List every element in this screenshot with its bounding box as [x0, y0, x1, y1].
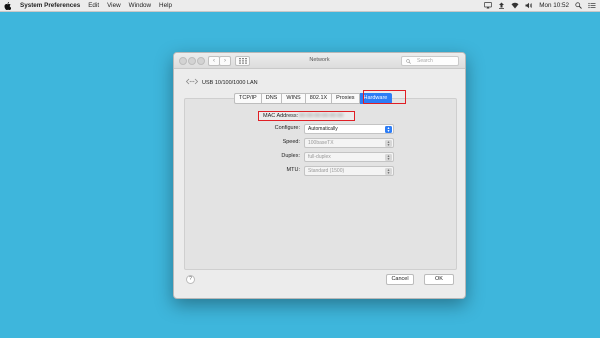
menu-window[interactable]: Window	[129, 0, 151, 11]
tab-8021x[interactable]: 802.1X	[305, 93, 333, 104]
cast-icon[interactable]	[484, 2, 493, 9]
menu-app-name[interactable]: System Preferences	[20, 0, 80, 11]
cancel-button[interactable]: Cancel	[386, 274, 414, 285]
configure-value: Automatically	[308, 126, 338, 132]
ethernet-icon	[185, 78, 199, 87]
speed-value: 100baseTX	[308, 140, 334, 146]
hardware-tab-highlight	[363, 90, 406, 104]
tab-tcpip[interactable]: TCP/IP	[234, 93, 262, 104]
help-button[interactable]: ?	[186, 275, 195, 284]
mac-address-value: 00:00:00:00:00:00	[299, 113, 344, 119]
mac-address-highlight: MAC Address: 00:00:00:00:00:00	[258, 111, 355, 121]
search-field[interactable]: Search	[401, 56, 459, 66]
menu-edit[interactable]: Edit	[88, 0, 99, 11]
upload-icon[interactable]	[498, 2, 505, 9]
configure-select[interactable]: Automatically ▴ ▾	[304, 124, 394, 134]
duplex-value: full-duplex	[308, 154, 331, 160]
mac-address-label: MAC Address:	[263, 113, 299, 119]
duplex-label: Duplex:	[281, 153, 300, 159]
tab-wins[interactable]: WINS	[282, 93, 306, 104]
volume-icon[interactable]	[525, 2, 533, 9]
title-bar: ‹ › Network Search	[174, 53, 465, 69]
configure-label: Configure:	[274, 125, 300, 131]
updown-chevron-icon: ▴ ▾	[385, 167, 392, 175]
interface-header: USB 10/100/1000 LAN	[185, 78, 258, 87]
tab-proxies[interactable]: Proxies	[332, 93, 360, 104]
speed-select[interactable]: 100baseTX ▴ ▾	[304, 138, 394, 148]
duplex-select[interactable]: full-duplex ▴ ▾	[304, 152, 394, 162]
menu-bar: System Preferences Edit View Window Help…	[0, 0, 600, 12]
menu-view[interactable]: View	[107, 0, 121, 11]
search-icon	[406, 57, 411, 67]
menu-clock[interactable]: Mon 10:52	[539, 0, 569, 11]
menu-help[interactable]: Help	[159, 0, 172, 11]
mtu-value: Standard (1500)	[308, 168, 345, 174]
tab-dns[interactable]: DNS	[261, 93, 283, 104]
ok-button[interactable]: OK	[424, 274, 454, 285]
spotlight-search-icon[interactable]	[575, 2, 582, 9]
updown-chevron-icon: ▴ ▾	[385, 125, 392, 133]
interface-name: USB 10/100/1000 LAN	[202, 79, 258, 86]
speed-label: Speed:	[282, 139, 300, 145]
wifi-icon[interactable]	[511, 2, 519, 9]
search-placeholder: Search	[417, 58, 433, 64]
mtu-label: MTU:	[286, 167, 300, 173]
mtu-select[interactable]: Standard (1500) ▴ ▾	[304, 166, 394, 176]
apple-menu-icon[interactable]	[4, 1, 14, 10]
updown-chevron-icon: ▴ ▾	[385, 153, 392, 161]
network-window: ‹ › Network Search USB 10/100/1000 LAN T…	[173, 52, 466, 299]
updown-chevron-icon: ▴ ▾	[385, 139, 392, 147]
notification-list-icon[interactable]	[588, 2, 596, 9]
